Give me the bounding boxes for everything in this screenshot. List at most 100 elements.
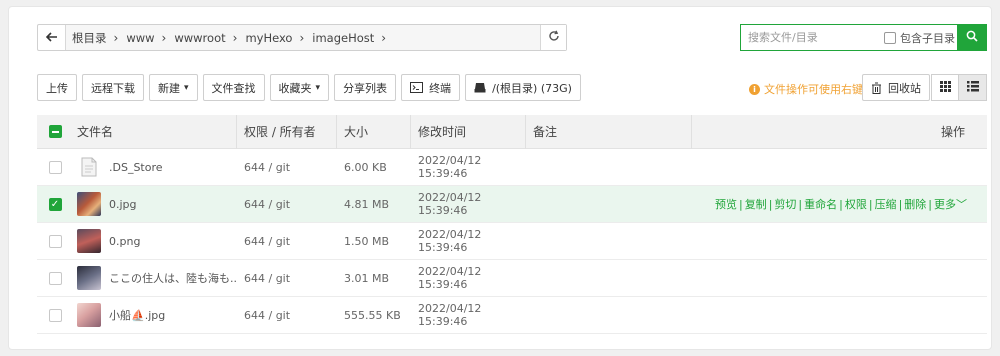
checkbox-box[interactable] [884, 31, 896, 44]
table-header: 文件名 权限 / 所有者 大小 修改时间 备注 操作 [37, 114, 987, 149]
toolbar: 上传 远程下载 新建 ▾ 文件查找 收藏夹 ▾ 分享列表 终端 /(根目录) (73… [37, 74, 586, 101]
search-bar: 包含子目录 [740, 24, 987, 51]
row-checkbox[interactable] [48, 271, 62, 285]
grid-view-button[interactable] [931, 74, 959, 101]
image-thumbnail [77, 229, 101, 253]
chevron-right-icon: › [232, 30, 238, 45]
file-size: 555.55 KB [344, 308, 401, 322]
chevron-right-icon: › [299, 30, 305, 45]
file-perm[interactable]: 644 / git [237, 272, 337, 285]
list-icon [966, 80, 979, 95]
file-time: 2022/04/12 15:39:46 [418, 154, 482, 180]
chevron-down-icon: ▾ [315, 82, 321, 93]
op-cut[interactable]: 剪切 [774, 198, 796, 211]
header-ops: 操作 [940, 125, 965, 139]
file-time: 2022/04/12 15:39:46 [418, 265, 482, 291]
row-checkbox[interactable] [48, 160, 62, 174]
refresh-button[interactable] [540, 25, 566, 50]
chevron-right-icon: › [113, 30, 119, 45]
back-button[interactable] [38, 25, 66, 50]
chevron-down-icon: ﹀ [956, 198, 967, 211]
chevron-right-icon: › [161, 30, 167, 45]
op-copy[interactable]: 复制 [745, 198, 767, 211]
file-time: 2022/04/12 15:39:46 [418, 191, 482, 217]
op-preview[interactable]: 预览 [715, 198, 737, 211]
view-toggle [931, 74, 987, 101]
breadcrumb-item[interactable]: wwwroot › [174, 31, 237, 45]
info-icon: i [749, 83, 760, 95]
header-size[interactable]: 大小 [337, 114, 411, 149]
breadcrumb-item[interactable]: 根目录 › [72, 30, 118, 46]
file-size: 6.00 KB [344, 160, 387, 174]
grid-icon [939, 80, 951, 95]
table-row[interactable]: ✓ 0.jpg 644 / git 4.81 MB 2022/04/12 15:… [37, 186, 987, 223]
file-perm[interactable]: 644 / git [237, 161, 337, 174]
chevron-right-icon: › [381, 30, 387, 45]
op-compress[interactable]: 压缩 [875, 198, 897, 211]
search-box: 包含子目录 [740, 24, 957, 51]
table-row[interactable]: 小船⛵.jpg 644 / git 555.55 KB 2022/04/12 1… [37, 297, 987, 334]
remote-download-button[interactable]: 远程下载 [82, 74, 144, 101]
search-icon [966, 30, 978, 45]
trash-icon [871, 82, 882, 94]
op-delete[interactable]: 删除 [904, 198, 926, 211]
file-name[interactable]: 0.png [109, 235, 140, 248]
file-size: 1.50 MB [344, 234, 390, 248]
op-permission[interactable]: 权限 [845, 198, 867, 211]
row-checkbox[interactable] [48, 234, 62, 248]
file-name[interactable]: 小船⛵.jpg [109, 307, 165, 323]
list-view-button[interactable] [959, 74, 987, 101]
header-time[interactable]: 修改时间 [411, 114, 526, 149]
checkbox-indeterminate[interactable] [48, 125, 62, 138]
file-size: 3.01 MB [344, 271, 390, 285]
disk-button[interactable]: /(根目录) (73G) [465, 74, 581, 101]
breadcrumb-item[interactable]: www › [126, 31, 166, 45]
row-checkbox[interactable]: ✓ [48, 197, 62, 211]
file-time: 2022/04/12 15:39:46 [418, 228, 482, 254]
upload-button[interactable]: 上传 [37, 74, 77, 101]
op-more[interactable]: 更多﹀ [934, 198, 967, 211]
file-icon [77, 155, 101, 179]
file-name[interactable]: ここの住人は、陸も海も... [109, 270, 237, 286]
image-thumbnail [77, 192, 101, 216]
file-perm[interactable]: 644 / git [237, 198, 337, 211]
breadcrumb-item[interactable]: imageHost › [312, 31, 386, 45]
refresh-icon [548, 30, 560, 45]
search-input[interactable] [748, 31, 878, 44]
file-name[interactable]: .DS_Store [109, 161, 163, 174]
file-perm[interactable]: 644 / git [237, 309, 337, 322]
share-list-button[interactable]: 分享列表 [334, 74, 397, 101]
favorites-dropdown-button[interactable]: 收藏夹 ▾ [269, 74, 330, 101]
disk-icon [474, 82, 486, 93]
header-perm[interactable]: 权限 / 所有者 [237, 114, 337, 149]
recycle-bin-button[interactable]: 回收站 [862, 74, 930, 101]
file-search-button[interactable]: 文件查找 [202, 74, 265, 101]
include-subdir-label: 包含子目录 [900, 31, 955, 45]
context-menu-hint: i 文件操作可使用右键 [749, 81, 863, 97]
image-thumbnail [77, 303, 101, 327]
row-ops: 预览 | 复制 | 剪切 | 重命名 | 权限 | 压缩 | 删除 | 更多﹀ [714, 198, 967, 211]
table-row[interactable]: ここの住人は、陸も海も... 644 / git 3.01 MB 2022/04… [37, 260, 987, 297]
op-rename[interactable]: 重命名 [804, 198, 837, 211]
file-size: 4.81 MB [344, 197, 390, 211]
header-name[interactable]: 文件名 [73, 114, 237, 149]
table-row[interactable]: .DS_Store 644 / git 6.00 KB 2022/04/12 1… [37, 149, 987, 186]
new-dropdown-button[interactable]: 新建 ▾ [149, 74, 198, 101]
select-all-checkbox[interactable] [37, 125, 73, 138]
file-name[interactable]: 0.jpg [109, 198, 137, 211]
header-note: 备注 [526, 114, 692, 149]
file-manager-panel: 根目录› www› wwwroot› myHexo› imageHost› 包含… [8, 6, 992, 350]
breadcrumb-item[interactable]: myHexo › [245, 31, 304, 45]
terminal-button[interactable]: 终端 [401, 74, 461, 101]
table-row[interactable]: 0.png 644 / git 1.50 MB 2022/04/12 15:39… [37, 223, 987, 260]
arrow-left-icon [45, 31, 58, 45]
search-button[interactable] [957, 24, 987, 51]
file-time: 2022/04/12 15:39:46 [418, 302, 482, 328]
file-perm[interactable]: 644 / git [237, 235, 337, 248]
file-table: 文件名 权限 / 所有者 大小 修改时间 备注 操作 .DS_Store 644… [37, 114, 987, 334]
row-checkbox[interactable] [48, 308, 62, 322]
breadcrumb: 根目录 › www › wwwroot › myHexo › imageHost › [66, 25, 540, 50]
include-subdir-checkbox[interactable]: 包含子目录 [884, 30, 955, 46]
terminal-icon [410, 82, 424, 93]
path-bar: 根目录 › www › wwwroot › myHexo › imageHost › [37, 24, 567, 51]
